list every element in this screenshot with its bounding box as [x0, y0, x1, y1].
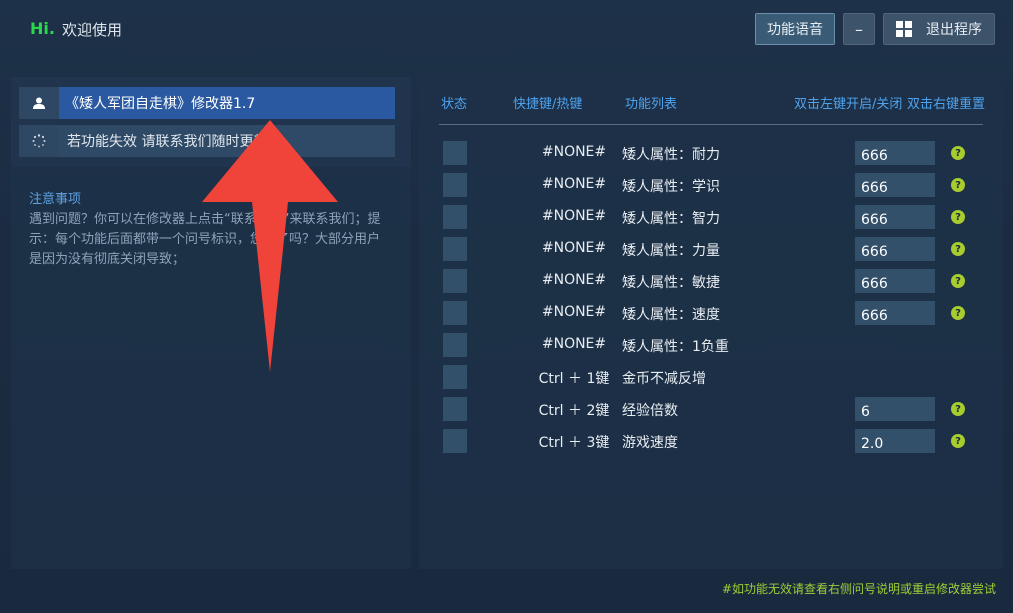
footer-hint: #如功能无效请查看右侧问号说明或重启修改器尝试 — [722, 582, 997, 596]
value-input[interactable]: 666 — [855, 173, 935, 197]
hotkey-label: #NONE# — [541, 304, 607, 320]
function-row: #NONE# 矮人属性：耐力 666 ? — [419, 141, 1003, 165]
function-row: #NONE# 矮人属性：力量 666 ? — [419, 237, 1003, 261]
value-input[interactable]: 666 — [855, 237, 935, 261]
status-toggle[interactable] — [443, 365, 467, 389]
status-toggle[interactable] — [443, 237, 467, 261]
hotkey-label: #NONE# — [541, 176, 607, 192]
function-row: #NONE# 矮人属性：敏捷 666 ? — [419, 269, 1003, 293]
value-input[interactable]: 666 — [855, 205, 935, 229]
help-icon[interactable]: ? — [951, 434, 965, 448]
column-right-click: 双击右键重置 — [907, 97, 986, 112]
function-row: Ctrl ＋ 1键 金币不减反增 — [419, 365, 1003, 389]
function-row: #NONE# 矮人属性：1负重 — [419, 333, 1003, 357]
status-toggle[interactable] — [443, 301, 467, 325]
value-input[interactable]: 6 — [855, 397, 935, 421]
help-icon[interactable]: ? — [951, 306, 965, 320]
notice-title: 注意事项 — [29, 192, 82, 207]
value-input[interactable]: 666 — [855, 301, 935, 325]
exit-button-label: 退出程序 — [926, 22, 982, 38]
function-row: #NONE# 矮人属性：智力 666 ? — [419, 205, 1003, 229]
function-name[interactable]: 矮人属性：学识 — [622, 176, 720, 196]
help-icon[interactable]: ? — [951, 242, 965, 256]
header-bar: Hi. 欢迎使用 功能语音 – 退出程序 — [0, 0, 1013, 62]
help-icon[interactable]: ? — [951, 178, 965, 192]
help-icon[interactable]: ? — [951, 274, 965, 288]
hotkey-label: Ctrl ＋ 2键 — [538, 403, 610, 419]
function-name[interactable]: 经验倍数 — [622, 400, 678, 420]
hotkey-label: #NONE# — [541, 208, 607, 224]
help-icon[interactable]: ? — [951, 210, 965, 224]
hotkey-label: #NONE# — [541, 272, 607, 288]
hotkey-label: #NONE# — [541, 144, 607, 160]
status-toggle[interactable] — [443, 429, 467, 453]
function-name[interactable]: 金币不减反增 — [622, 368, 706, 388]
help-icon[interactable]: ? — [951, 402, 965, 416]
function-row: Ctrl ＋ 2键 经验倍数 6 ? — [419, 397, 1003, 421]
column-hotkey: 快捷键/热键 — [513, 97, 583, 112]
arrow-icon — [202, 120, 338, 372]
windows-icon — [896, 21, 912, 37]
minimize-button[interactable]: – — [843, 13, 875, 45]
hi-logo: Hi. — [30, 19, 55, 38]
function-panel: 状态 快捷键/热键 功能列表 双击左键开启/关闭 双击右键重置 #NONE# 矮… — [419, 77, 1003, 569]
function-name[interactable]: 矮人属性：1负重 — [622, 336, 729, 356]
function-name[interactable]: 游戏速度 — [622, 432, 678, 452]
status-toggle[interactable] — [443, 141, 467, 165]
status-toggle[interactable] — [443, 173, 467, 197]
loading-icon — [19, 125, 59, 157]
status-toggle[interactable] — [443, 397, 467, 421]
function-name[interactable]: 矮人属性：智力 — [622, 208, 720, 228]
hotkey-label: Ctrl ＋ 3键 — [538, 435, 610, 451]
function-name[interactable]: 矮人属性：力量 — [622, 240, 720, 260]
user-icon — [19, 87, 59, 119]
function-row: #NONE# 矮人属性：速度 666 ? — [419, 301, 1003, 325]
exit-button[interactable]: 退出程序 — [883, 13, 995, 45]
function-row: #NONE# 矮人属性：学识 666 ? — [419, 173, 1003, 197]
welcome-text: 欢迎使用 — [62, 21, 123, 39]
value-input[interactable]: 666 — [855, 141, 935, 165]
hotkey-label: #NONE# — [541, 240, 607, 256]
function-name[interactable]: 矮人属性：耐力 — [622, 144, 720, 164]
column-status: 状态 — [441, 97, 468, 112]
header-divider — [439, 124, 983, 125]
trainer-title-row: 《矮人军团自走棋》修改器1.7 — [19, 87, 395, 119]
hotkey-label: Ctrl ＋ 1键 — [538, 371, 610, 387]
value-input[interactable]: 666 — [855, 269, 935, 293]
trainer-title: 《矮人军团自走棋》修改器1.7 — [59, 87, 395, 119]
red-arrow-annotation — [202, 120, 338, 372]
help-icon[interactable]: ? — [951, 146, 965, 160]
column-left-click: 双击左键开启/关闭 — [794, 97, 903, 112]
status-toggle[interactable] — [443, 205, 467, 229]
status-toggle[interactable] — [443, 333, 467, 357]
value-input[interactable]: 2.0 — [855, 429, 935, 453]
status-toggle[interactable] — [443, 269, 467, 293]
function-name[interactable]: 矮人属性：速度 — [622, 304, 720, 324]
voice-button[interactable]: 功能语音 — [755, 13, 835, 45]
function-row: Ctrl ＋ 3键 游戏速度 2.0 ? — [419, 429, 1003, 453]
function-name[interactable]: 矮人属性：敏捷 — [622, 272, 720, 292]
hotkey-label: #NONE# — [541, 336, 607, 352]
column-function: 功能列表 — [625, 97, 678, 112]
